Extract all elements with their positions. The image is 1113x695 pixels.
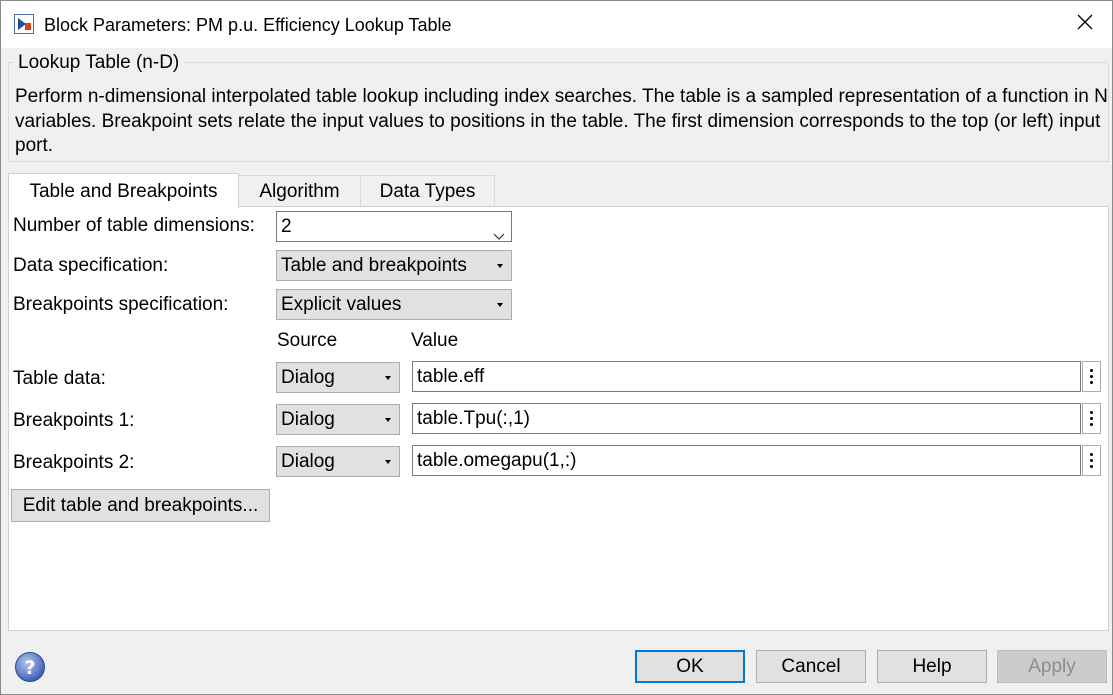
num-dims-label: Number of table dimensions:	[13, 215, 255, 236]
table-data-source-dropdown[interactable]: Dialog	[276, 362, 400, 393]
cancel-button[interactable]: Cancel	[756, 650, 866, 683]
close-button[interactable]	[1067, 7, 1103, 43]
vertical-ellipsis-icon	[1090, 423, 1093, 426]
vertical-ellipsis-icon	[1090, 369, 1093, 372]
num-dims-value: 2	[281, 216, 292, 237]
tab-panel: Number of table dimensions: 2 Data speci…	[8, 206, 1109, 631]
bp-spec-label: Breakpoints specification:	[13, 294, 229, 315]
ok-button[interactable]: OK	[635, 650, 745, 683]
vertical-ellipsis-icon	[1090, 375, 1093, 378]
dialog-window: Block Parameters: PM p.u. Efficiency Loo…	[0, 0, 1113, 695]
tab-table-and-breakpoints[interactable]: Table and Breakpoints	[8, 173, 239, 208]
svg-text:?: ?	[24, 657, 35, 679]
breakpoints-1-source-dropdown[interactable]: Dialog	[276, 404, 400, 435]
group-title: Lookup Table (n-D)	[13, 52, 185, 74]
vertical-ellipsis-icon	[1090, 381, 1093, 384]
breakpoints-1-input[interactable]: table.Tpu(:,1)	[412, 403, 1081, 434]
table-data-label: Table data:	[13, 368, 106, 389]
table-data-value: table.eff	[417, 366, 485, 387]
breakpoints-2-label: Breakpoints 2:	[13, 452, 135, 473]
dropdown-arrow-icon	[385, 418, 391, 422]
title-bar: Block Parameters: PM p.u. Efficiency Loo…	[1, 1, 1112, 48]
tab-data-types[interactable]: Data Types	[360, 175, 495, 206]
breakpoints-2-value: table.omegapu(1,:)	[417, 450, 577, 471]
num-dims-combobox[interactable]: 2	[276, 211, 512, 242]
source-column-header: Source	[277, 330, 338, 351]
data-spec-label: Data specification:	[13, 255, 169, 276]
breakpoints-1-value: table.Tpu(:,1)	[417, 408, 530, 429]
breakpoints-1-source-value: Dialog	[281, 409, 335, 430]
breakpoints-2-more-button[interactable]	[1082, 445, 1101, 476]
window-title: Block Parameters: PM p.u. Efficiency Loo…	[44, 15, 452, 35]
data-spec-value: Table and breakpoints	[281, 255, 467, 276]
dropdown-arrow-icon	[497, 264, 503, 268]
data-spec-dropdown[interactable]: Table and breakpoints	[276, 250, 512, 281]
help-button[interactable]: Help	[877, 650, 987, 683]
bp-spec-value: Explicit values	[281, 294, 402, 315]
chevron-down-icon	[493, 221, 505, 250]
breakpoints-1-more-button[interactable]	[1082, 403, 1101, 434]
help-question-icon[interactable]: ?	[14, 651, 46, 683]
breakpoints-2-source-value: Dialog	[281, 451, 335, 472]
vertical-ellipsis-icon	[1090, 417, 1093, 420]
breakpoints-2-input[interactable]: table.omegapu(1,:)	[412, 445, 1081, 476]
edit-table-breakpoints-button[interactable]: Edit table and breakpoints...	[11, 489, 270, 522]
dropdown-arrow-icon	[497, 303, 503, 307]
bp-spec-dropdown[interactable]: Explicit values	[276, 289, 512, 320]
table-data-more-button[interactable]	[1082, 361, 1101, 392]
tab-algorithm[interactable]: Algorithm	[238, 175, 361, 206]
vertical-ellipsis-icon	[1090, 465, 1093, 468]
close-icon	[1077, 14, 1093, 36]
simulink-block-icon	[14, 14, 34, 34]
dropdown-arrow-icon	[385, 460, 391, 464]
table-data-source-value: Dialog	[281, 367, 335, 388]
apply-button[interactable]: Apply	[997, 650, 1107, 683]
value-column-header: Value	[411, 330, 459, 351]
breakpoints-1-label: Breakpoints 1:	[13, 410, 135, 431]
vertical-ellipsis-icon	[1090, 411, 1093, 414]
vertical-ellipsis-icon	[1090, 453, 1093, 456]
block-description: Perform n-dimensional interpolated table…	[15, 86, 1108, 156]
breakpoints-2-source-dropdown[interactable]: Dialog	[276, 446, 400, 477]
vertical-ellipsis-icon	[1090, 459, 1093, 462]
dropdown-arrow-icon	[385, 376, 391, 380]
table-data-input[interactable]: table.eff	[412, 361, 1081, 392]
